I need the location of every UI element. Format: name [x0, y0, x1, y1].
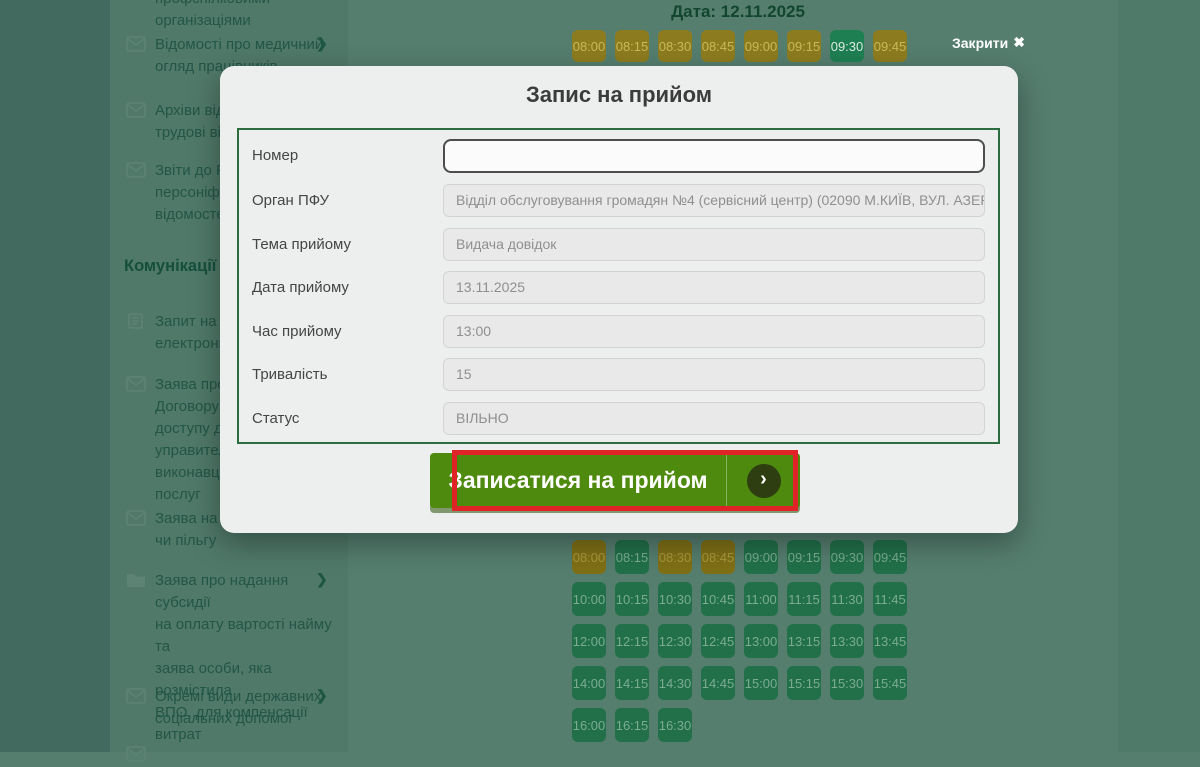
time-slot[interactable]: 13:15 — [787, 624, 821, 658]
time-slot[interactable]: 14:15 — [615, 666, 649, 700]
envelope-icon — [126, 746, 146, 762]
time-slot[interactable]: 10:15 — [615, 582, 649, 616]
submit-button-label: Записатися на прийом — [430, 453, 727, 508]
time-slot[interactable]: 08:00 — [572, 540, 606, 574]
time-slot[interactable]: 11:00 — [744, 582, 778, 616]
time-slot[interactable]: 13:45 — [873, 624, 907, 658]
time-slot[interactable]: 10:00 — [572, 582, 606, 616]
time-slot[interactable]: 16:30 — [658, 708, 692, 742]
time-slot[interactable]: 15:30 — [830, 666, 864, 700]
time-slot[interactable]: 16:15 — [615, 708, 649, 742]
time-slot[interactable]: 09:15 — [787, 30, 821, 62]
close-button[interactable]: Закрити ✖ — [952, 34, 1025, 51]
envelope-icon — [126, 688, 146, 704]
time-slot[interactable]: 13:00 — [744, 624, 778, 658]
time-slot[interactable]: 08:45 — [701, 540, 735, 574]
field-chas[interactable]: 13:00 — [443, 315, 985, 348]
appointment-modal: Запис на прийом Номер Орган ПФУ Відділ обс… — [220, 66, 1018, 533]
time-slot[interactable]: 09:45 — [873, 30, 907, 62]
field-organ-pfu[interactable]: Відділ обслуговування громадян №4 (серві… — [443, 184, 985, 217]
time-slot[interactable]: 09:00 — [744, 540, 778, 574]
envelope-icon — [126, 36, 146, 52]
time-slot[interactable]: 15:45 — [873, 666, 907, 700]
time-slot[interactable]: 11:30 — [830, 582, 864, 616]
time-slot[interactable]: 13:30 — [830, 624, 864, 658]
time-slot[interactable]: 08:15 — [615, 540, 649, 574]
field-label-data: Дата прийому — [252, 279, 349, 296]
envelope-icon — [126, 162, 146, 178]
field-tryvalist[interactable]: 15 — [443, 358, 985, 391]
time-slot[interactable]: 08:30 — [658, 30, 692, 62]
sidebar-item[interactable]: Окремі види державних соціальних допомог… — [110, 686, 348, 730]
time-slot[interactable]: 10:45 — [701, 582, 735, 616]
submit-appointment-button[interactable]: Записатися на прийом › — [430, 453, 800, 508]
field-label-chas: Час прийому — [252, 323, 342, 340]
sidebar-item-label: Окремі види державних соціальних допомог — [155, 686, 334, 730]
time-slot[interactable]: 12:00 — [572, 624, 606, 658]
time-slot[interactable]: 15:15 — [787, 666, 821, 700]
close-label: Закрити — [952, 35, 1008, 51]
time-slot[interactable]: 09:45 — [873, 540, 907, 574]
time-slot[interactable]: 14:30 — [658, 666, 692, 700]
time-slot[interactable]: 14:00 — [572, 666, 606, 700]
submit-button-arrow-zone: › — [727, 453, 800, 508]
envelope-icon — [126, 510, 146, 526]
time-slot[interactable]: 08:00 — [572, 30, 606, 62]
field-nomer[interactable] — [443, 139, 985, 173]
time-slot[interactable]: 09:15 — [787, 540, 821, 574]
chevron-right-icon: ❯ — [316, 571, 328, 588]
time-slot[interactable]: 11:15 — [787, 582, 821, 616]
field-label-status: Статус — [252, 410, 299, 427]
time-slot[interactable]: 08:45 — [701, 30, 735, 62]
envelope-icon — [126, 376, 146, 392]
time-slot[interactable]: 08:15 — [615, 30, 649, 62]
time-slot[interactable]: 09:00 — [744, 30, 778, 62]
field-tema[interactable]: Видача довідок — [443, 228, 985, 261]
sidebar-item[interactable]: профспілковими організаціями — [110, 0, 348, 32]
chevron-right-icon: ❯ — [316, 35, 328, 52]
time-slot[interactable]: 09:30 — [830, 540, 864, 574]
time-slot[interactable]: 11:45 — [873, 582, 907, 616]
time-slot[interactable]: 12:45 — [701, 624, 735, 658]
field-data[interactable]: 13.11.2025 — [443, 271, 985, 304]
close-icon: ✖ — [1013, 34, 1025, 51]
field-label-tryvalist: Тривалість — [252, 366, 327, 383]
left-gutter — [0, 0, 110, 752]
envelope-icon — [126, 102, 146, 118]
time-slot[interactable]: 09:30 — [830, 30, 864, 62]
field-label-nomer: Номер — [252, 147, 298, 164]
time-slot[interactable]: 10:30 — [658, 582, 692, 616]
time-slot[interactable]: 12:30 — [658, 624, 692, 658]
folder-icon — [126, 572, 146, 588]
time-slot[interactable]: 08:30 — [658, 540, 692, 574]
arrow-right-icon: › — [747, 464, 781, 498]
time-slot[interactable]: 14:45 — [701, 666, 735, 700]
schedule-date-title: Дата: 12.11.2025 — [348, 2, 1128, 22]
field-label-tema: Тема прийому — [252, 236, 351, 253]
time-slot[interactable]: 15:00 — [744, 666, 778, 700]
chevron-right-icon: ❯ — [316, 687, 328, 704]
right-gutter — [1118, 0, 1200, 752]
field-status[interactable]: ВІЛЬНО — [443, 402, 985, 435]
modal-title: Запис на прийом — [220, 82, 1018, 108]
time-slot[interactable]: 16:00 — [572, 708, 606, 742]
document-icon — [126, 313, 146, 329]
sidebar-item-label: профспілковими організаціями — [155, 0, 334, 32]
field-label-organ-pfu: Орган ПФУ — [252, 192, 329, 209]
time-slot[interactable]: 12:15 — [615, 624, 649, 658]
